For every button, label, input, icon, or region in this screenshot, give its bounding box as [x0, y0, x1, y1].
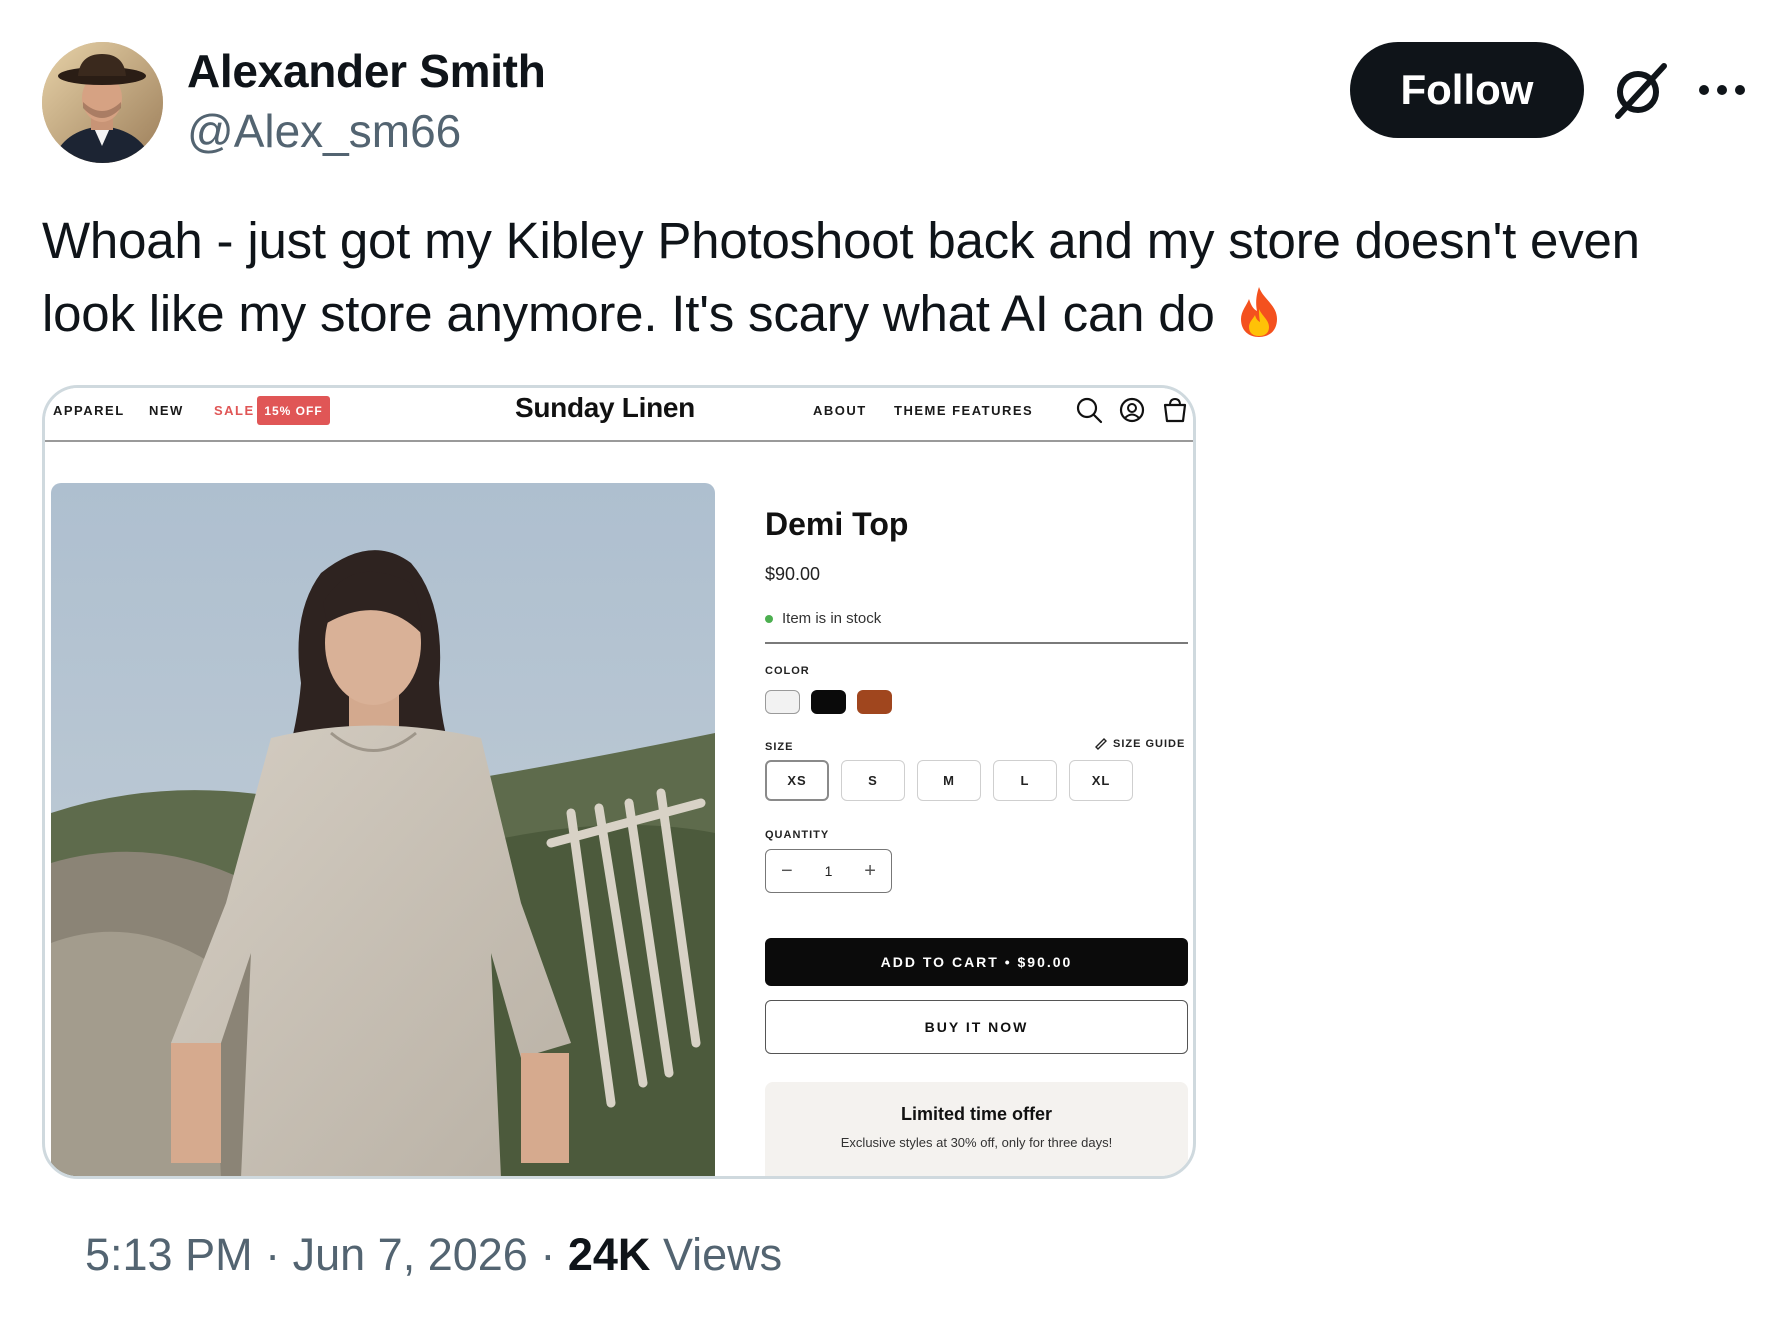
buy-now-button[interactable]: BUY IT NOW: [765, 1000, 1188, 1054]
size-guide-label: SIZE GUIDE: [1113, 738, 1186, 750]
size-xs[interactable]: XS: [765, 760, 829, 801]
promo-banner: Limited time offer Exclusive styles at 3…: [765, 1082, 1188, 1176]
promo-text: Exclusive styles at 30% off, only for th…: [840, 1135, 1113, 1150]
tweet-media[interactable]: APPAREL NEW SALE 15% OFF Sunday Linen AB…: [42, 385, 1196, 1179]
grok-icon[interactable]: [1610, 60, 1670, 120]
quantity-stepper[interactable]: − 1 +: [765, 849, 892, 893]
store-logo[interactable]: Sunday Linen: [515, 392, 695, 424]
size-xl[interactable]: XL: [1069, 760, 1133, 801]
qty-value: 1: [824, 863, 833, 879]
color-swatch-white[interactable]: [765, 690, 800, 714]
color-swatch-black[interactable]: [811, 690, 846, 714]
size-s[interactable]: S: [841, 760, 905, 801]
views-label: Views: [662, 1229, 783, 1280]
avatar[interactable]: [42, 42, 163, 163]
account-icon[interactable]: [1118, 396, 1146, 424]
store-nav: APPAREL NEW SALE 15% OFF Sunday Linen AB…: [45, 388, 1193, 442]
color-label: COLOR: [765, 665, 810, 677]
size-guide-link[interactable]: SIZE GUIDE: [1094, 737, 1185, 751]
meta-separator: ·: [265, 1229, 281, 1280]
product-price: $90.00: [765, 564, 821, 584]
more-icon[interactable]: [1697, 74, 1747, 106]
nav-theme-features[interactable]: THEME FEATURES: [894, 403, 1033, 418]
stock-status: Item is in stock: [765, 610, 881, 627]
author-handle[interactable]: @Alex_sm66: [187, 104, 461, 158]
views-count: 24K: [567, 1229, 651, 1280]
search-icon[interactable]: [1075, 396, 1103, 424]
nav-new[interactable]: NEW: [149, 403, 184, 418]
nav-sale[interactable]: SALE: [214, 403, 255, 418]
nav-apparel[interactable]: APPAREL: [53, 403, 125, 418]
tweet-body: Whoah - just got my Kibley Photoshoot ba…: [42, 212, 1640, 342]
follow-button[interactable]: Follow: [1350, 42, 1584, 138]
product-photo[interactable]: [51, 483, 715, 1176]
ruler-icon: [1095, 738, 1107, 750]
meta-separator: ·: [540, 1229, 556, 1280]
add-to-cart-button[interactable]: ADD TO CART • $90.00: [765, 938, 1188, 986]
product-title: Demi Top: [765, 506, 909, 542]
cart-icon[interactable]: [1161, 396, 1189, 424]
tweet: Alexander Smith @Alex_sm66 Follow Whoah …: [0, 0, 1785, 1341]
quantity-label: QUANTITY: [765, 829, 830, 841]
qty-plus-button[interactable]: +: [855, 860, 885, 883]
stock-text: Item is in stock: [782, 610, 882, 627]
tweet-date[interactable]: Jun 7, 2026: [293, 1229, 528, 1280]
tweet-text: Whoah - just got my Kibley Photoshoot ba…: [42, 204, 1742, 350]
nav-about[interactable]: ABOUT: [813, 403, 867, 418]
size-l[interactable]: L: [993, 760, 1057, 801]
promo-title: Limited time offer: [900, 1104, 1052, 1124]
tweet-time[interactable]: 5:13 PM: [85, 1229, 253, 1280]
color-swatch-rust[interactable]: [857, 690, 892, 714]
sale-badge: 15% OFF: [257, 396, 330, 425]
divider: [765, 642, 1188, 644]
size-m[interactable]: M: [917, 760, 981, 801]
fire-icon: [1237, 285, 1281, 339]
qty-minus-button[interactable]: −: [772, 860, 802, 883]
author-name[interactable]: Alexander Smith: [187, 44, 546, 98]
stock-dot-icon: [765, 614, 773, 623]
tweet-meta: 5:13 PM · Jun 7, 2026 · 24K Views: [85, 1229, 782, 1281]
size-label: SIZE: [765, 741, 794, 753]
